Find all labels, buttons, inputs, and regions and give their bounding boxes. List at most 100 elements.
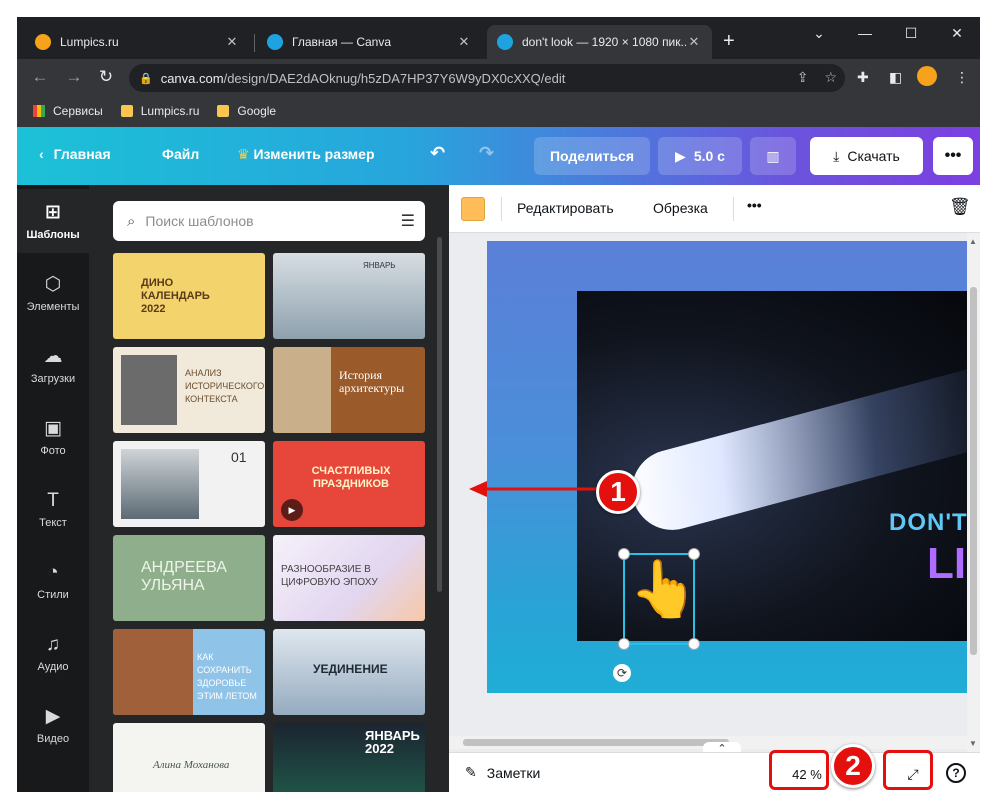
redo-icon[interactable]: ↷: [479, 143, 494, 164]
panel-scrollbar[interactable]: [437, 237, 442, 592]
extensions-icon[interactable]: ✚: [857, 69, 869, 86]
resize-button[interactable]: ♛ Изменить размер: [237, 146, 375, 163]
template-thumbnail[interactable]: Алина Моханова: [113, 723, 265, 792]
template-title: История архитектуры: [339, 368, 405, 395]
color-swatch[interactable]: [461, 197, 485, 221]
scrollbar-thumb[interactable]: [463, 739, 729, 746]
template-thumbnail[interactable]: СЧАСТЛИВЫХ ПРАЗДНИКОВ ▶: [273, 441, 425, 527]
close-icon[interactable]: ✕: [456, 34, 472, 50]
bookmark-lumpics[interactable]: Lumpics.ru: [120, 104, 199, 118]
scroll-up-icon[interactable]: ▲: [969, 237, 977, 246]
play-icon: ▶: [281, 499, 303, 521]
annotation-arrow: [469, 481, 601, 497]
canva-header: ‹ Главная Файл ♛ Изменить размер ↶ ↷ Поде…: [17, 127, 980, 185]
play-duration-button[interactable]: ▶ 5.0 с: [658, 137, 742, 175]
bookmarks-bar: Сервисы Lumpics.ru Google: [17, 95, 980, 127]
template-thumbnail[interactable]: ЯНВАРЬ 2022: [273, 723, 425, 792]
side-panel-icon[interactable]: ◧: [889, 69, 902, 86]
template-thumbnail[interactable]: ДИНО КАЛЕНДАРЬ 2022: [113, 253, 265, 339]
new-tab-icon[interactable]: +: [723, 31, 735, 51]
scroll-down-icon[interactable]: ▼: [969, 739, 977, 748]
sidebar-item-audio[interactable]: ♫ Аудио: [17, 621, 89, 685]
minimize-icon[interactable]: —: [842, 17, 888, 49]
lock-icon: 🔒: [139, 72, 153, 85]
selected-element[interactable]: 👆: [618, 548, 700, 650]
template-title: ЯНВАРЬ: [363, 261, 396, 270]
template-thumbnail[interactable]: АНДРЕЕВА УЛЬЯНА: [113, 535, 265, 621]
sidebar-item-uploads[interactable]: ☁ Загрузки: [17, 333, 89, 397]
sidebar-item-templates[interactable]: ⊞ Шаблоны: [17, 189, 89, 253]
folder-icon: [120, 105, 133, 117]
trash-icon[interactable]: 🗑: [949, 197, 971, 217]
sidebar-item-text[interactable]: T Текст: [17, 477, 89, 541]
help-icon[interactable]: ?: [946, 763, 966, 783]
browser-window: Lumpics.ru ✕ Главная — Canva ✕ don't loo…: [17, 17, 980, 792]
template-thumbnail[interactable]: 01: [113, 441, 265, 527]
template-thumbnail[interactable]: ЯНВАРЬ: [273, 253, 425, 339]
profile-avatar[interactable]: [917, 66, 937, 86]
sidebar-item-label: Фото: [40, 444, 66, 457]
folder-icon: [217, 105, 230, 117]
share-button[interactable]: Поделиться: [534, 137, 650, 175]
close-icon[interactable]: ✕: [686, 34, 702, 50]
window-controls: ⌄ — ☐ ✕: [796, 17, 980, 49]
resize-handle[interactable]: [688, 638, 700, 650]
bookmark-google[interactable]: Google: [217, 104, 276, 118]
tab-canva-home[interactable]: Главная — Canva ✕: [257, 25, 482, 59]
template-title: РАЗНООБРАЗИЕ В ЦИФРОВУЮ ЭПОХУ: [281, 564, 378, 588]
menu-kebab-icon[interactable]: ⋮: [955, 69, 969, 86]
tab-design[interactable]: don't look — 1920 × 1080 пик... ✕: [487, 25, 712, 59]
filter-icon[interactable]: ☰: [401, 211, 415, 231]
tab-lumpics[interactable]: Lumpics.ru ✕: [25, 25, 250, 59]
canva-favicon-icon: [497, 34, 513, 50]
insights-icon[interactable]: ▥: [750, 137, 796, 175]
sidebar-item-video[interactable]: ▶ Видео: [17, 693, 89, 757]
search-input[interactable]: [145, 213, 366, 229]
sidebar-item-photos[interactable]: ▣ Фото: [17, 405, 89, 469]
share-page-icon[interactable]: ⇪: [797, 69, 809, 86]
template-photo: [113, 629, 193, 715]
chevron-down-icon[interactable]: ⌄: [796, 17, 842, 49]
template-thumbnail[interactable]: История архитектуры: [273, 347, 425, 433]
template-thumbnail[interactable]: РАЗНООБРАЗИЕ В ЦИФРОВУЮ ЭПОХУ: [273, 535, 425, 621]
notes-button[interactable]: ✎ Заметки: [465, 764, 540, 781]
close-icon[interactable]: ✕: [224, 34, 240, 50]
undo-icon[interactable]: ↶: [430, 143, 445, 164]
scrollbar-thumb[interactable]: [970, 287, 977, 655]
template-title: АНДРЕЕВА УЛЬЯНА: [141, 559, 227, 594]
back-icon[interactable]: ←: [29, 67, 51, 87]
bookmark-star-icon[interactable]: ☆: [824, 69, 837, 86]
template-thumbnail[interactable]: УЕДИНЕНИЕ: [273, 629, 425, 715]
edit-button[interactable]: Редактировать: [517, 200, 614, 216]
canvas-vertical-scrollbar[interactable]: ▲ ▼: [967, 233, 980, 752]
more-options-icon[interactable]: •••: [933, 137, 973, 175]
step-badge-1: 1: [596, 470, 640, 514]
bookmark-services[interactable]: Сервисы: [33, 104, 103, 118]
design-page[interactable]: DON'T LI 👆: [487, 241, 967, 693]
template-title: АНАЛИЗ ИСТОРИЧЕСКОГО КОНТЕКСТА: [185, 368, 265, 404]
template-thumbnail[interactable]: КАК СОХРАНИТЬ ЗДОРОВЬЕ ЭТИМ ЛЕТОМ: [113, 629, 265, 715]
headline-text-large[interactable]: LI: [927, 539, 966, 589]
sidebar-item-elements[interactable]: ⬡ Элементы: [17, 261, 89, 325]
close-window-icon[interactable]: ✕: [934, 17, 980, 49]
browser-toolbar: ← → ↻ 🔒 canva.com/design/DAE2dAOknug/h5z…: [17, 59, 980, 95]
resize-handle[interactable]: [618, 638, 630, 650]
crop-button[interactable]: Обрезка: [653, 200, 708, 216]
headline-text[interactable]: DON'T: [889, 509, 967, 537]
address-bar[interactable]: 🔒 canva.com/design/DAE2dAOknug/h5zDA7HP3…: [129, 64, 845, 92]
maximize-icon[interactable]: ☐: [888, 17, 934, 49]
file-menu[interactable]: Файл: [162, 146, 199, 162]
more-options-icon[interactable]: •••: [747, 197, 762, 213]
photo-icon: ▣: [44, 417, 62, 439]
template-search[interactable]: ⌕ ☰: [113, 201, 425, 241]
template-thumbnail[interactable]: АНАЛИЗ ИСТОРИЧЕСКОГО КОНТЕКСТА: [113, 347, 265, 433]
template-title: ЯНВАРЬ 2022: [365, 728, 420, 756]
zoom-highlight: [769, 750, 829, 790]
forward-icon[interactable]: →: [63, 67, 85, 87]
sidebar-item-styles[interactable]: ◔ Стили: [17, 549, 89, 613]
download-icon: ⤓: [833, 147, 840, 164]
download-button[interactable]: ⤓ Скачать: [810, 137, 923, 175]
rotate-icon[interactable]: ⟳: [613, 664, 631, 682]
home-link[interactable]: ‹ Главная: [39, 146, 111, 162]
reload-icon[interactable]: ↻: [95, 67, 117, 87]
